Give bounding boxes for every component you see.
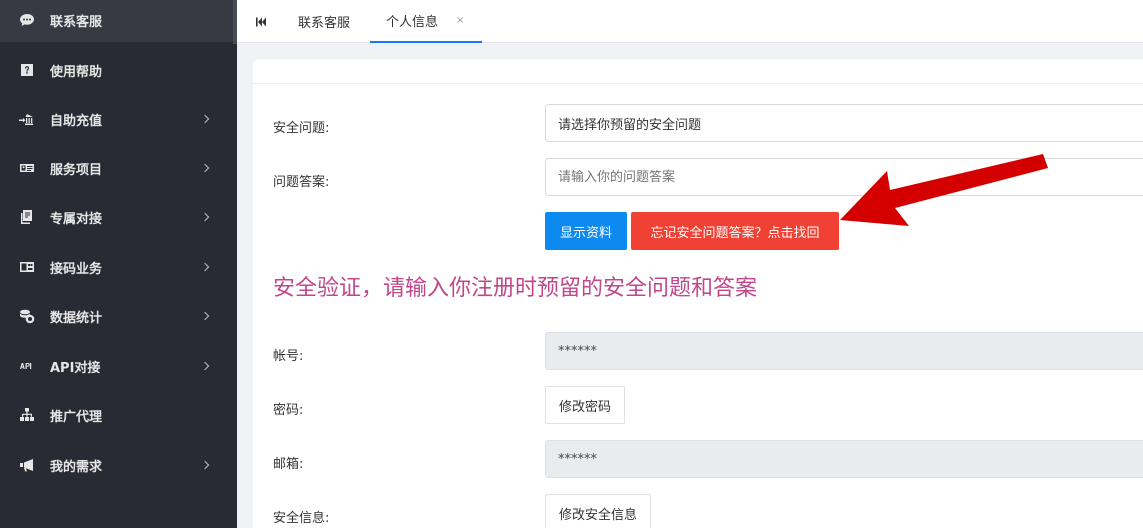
chevron-right-icon [200,163,210,173]
security-notice: 安全验证，请输入你注册时预留的安全问题和答案 [273,276,758,301]
question-icon [18,61,36,79]
sidebar-item-label: 服务项目 [50,162,103,178]
password-label: 密码: [273,403,304,418]
sidebar-item-dedicated[interactable]: 专属对接 [0,195,233,239]
tab-label: 个人信息 [386,15,439,30]
chevron-right-icon [200,361,210,371]
sidebar: 联系客服 使用帮助 自助充值 服务项目 专属对接 接码业务 数据统计 API对接… [0,0,237,528]
account-label: 帐号: [273,349,304,364]
close-icon[interactable]: × [456,15,464,26]
sidebar-item-label: 推广代理 [50,409,103,425]
forgot-answer-button[interactable]: 忘记安全问题答案？点击找回 [631,212,839,250]
document-copy-icon [18,208,36,226]
sidebar-item-label: 我的需求 [50,459,103,475]
email-label: 邮箱: [273,457,304,472]
sidebar-item-label: 专属对接 [50,211,103,227]
api-icon [18,357,36,375]
show-info-button[interactable]: 显示资料 [545,212,627,250]
answer-label: 问题答案: [273,175,330,190]
chevron-right-icon [200,114,210,124]
sidebar-item-statistics[interactable]: 数据统计 [0,294,233,338]
annotation-arrow-icon [840,154,1048,226]
chevron-right-icon [200,262,210,272]
sidebar-item-label: 数据统计 [50,310,103,326]
chevron-right-icon [200,212,210,222]
change-password-button[interactable]: 修改密码 [545,386,626,424]
sidebar-item-sms-code[interactable]: 接码业务 [0,245,233,289]
tab-contact-service[interactable]: 联系客服 [298,0,350,43]
security-question-label: 安全问题: [273,121,330,136]
sidebar-item-services[interactable]: 服务项目 [0,146,233,190]
sidebar-item-label: 自助充值 [50,113,103,129]
tab-bar: 联系客服 个人信息 × [237,0,1143,43]
sidebar-item-api[interactable]: API对接 [0,344,233,388]
sidebar-item-affiliate[interactable]: 推广代理 [0,393,233,437]
email-field: ****** [545,440,1143,478]
sim-card-icon [18,258,36,276]
sidebar-item-label: API对接 [50,360,101,376]
security-info-label: 安全信息: [273,511,330,526]
tab-label: 联系客服 [298,16,351,31]
coins-icon [18,307,36,325]
sidebar-item-my-requests[interactable]: 我的需求 [0,443,233,487]
chevron-right-icon [200,460,210,470]
sidebar-item-help[interactable]: 使用帮助 [0,48,233,92]
card-divider [253,83,1143,84]
bank-transfer-icon [18,110,36,128]
megaphone-icon [18,456,36,474]
tab-personal-info[interactable]: 个人信息 × [370,0,482,43]
chevron-right-icon [200,311,210,321]
account-field: ****** [545,332,1143,370]
change-security-info-button[interactable]: 修改安全信息 [545,494,652,528]
chat-bubble-icon [18,11,36,29]
sidebar-item-contact-service[interactable]: 联系客服 [0,0,233,42]
sidebar-item-label: 使用帮助 [50,64,103,80]
id-card-icon [18,159,36,177]
sidebar-item-label: 接码业务 [50,261,103,277]
sidebar-item-recharge[interactable]: 自助充值 [0,97,233,141]
sitemap-icon [18,406,36,424]
skip-back-icon[interactable] [255,13,269,27]
content-card: 安全问题: 请选择你预留的安全问题 问题答案: 显示资料 忘记安全问题答案？点击… [253,59,1143,528]
security-question-select[interactable]: 请选择你预留的安全问题 [545,104,1143,142]
sidebar-item-label: 联系客服 [50,14,103,30]
